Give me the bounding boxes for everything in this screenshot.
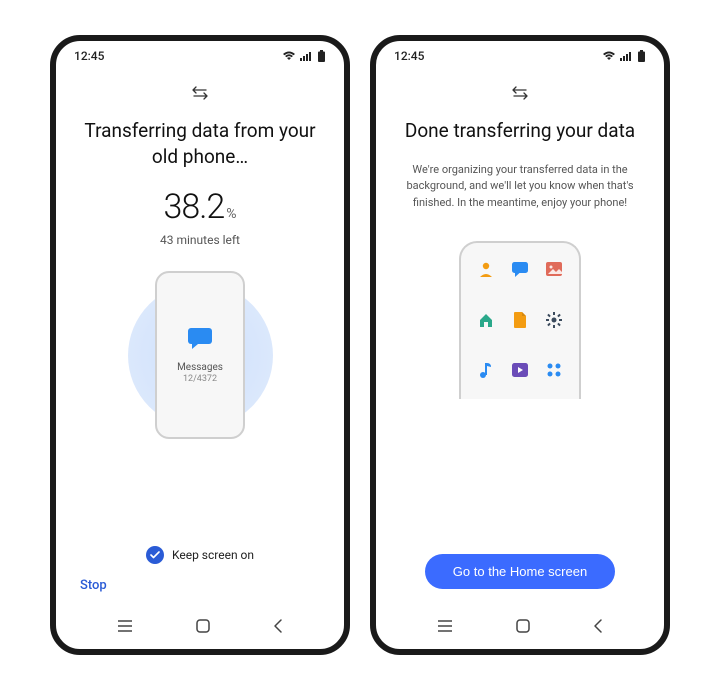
- mini-phone: Messages 12/4372: [155, 271, 245, 439]
- nav-bar: [56, 607, 344, 649]
- transfer-icon: [191, 85, 209, 104]
- nav-recents-icon[interactable]: [436, 619, 454, 633]
- keep-screen-label: Keep screen on: [172, 548, 254, 562]
- home-icon: [476, 310, 496, 330]
- home-screen-button[interactable]: Go to the Home screen: [425, 554, 615, 589]
- status-time: 12:45: [394, 49, 424, 63]
- progress-percent: 38.2 %: [164, 187, 237, 227]
- nav-recents-icon[interactable]: [116, 619, 134, 633]
- app-icon-grid: [476, 243, 564, 399]
- page-title: Transferring data from your old phone…: [78, 118, 322, 169]
- mini-phone: [459, 241, 581, 399]
- document-icon: [510, 310, 530, 330]
- progress-illustration: Messages 12/4372: [120, 265, 280, 445]
- page-subtitle: We're organizing your transferred data i…: [398, 162, 642, 212]
- music-icon: [476, 360, 496, 380]
- done-illustration: [450, 241, 590, 401]
- time-remaining: 43 minutes left: [160, 233, 240, 247]
- wifi-icon: [282, 51, 296, 61]
- check-icon: [146, 546, 164, 564]
- footer-row: Stop: [78, 578, 322, 599]
- content-left: Transferring data from your old phone… 3…: [56, 65, 344, 607]
- status-icons: [282, 50, 326, 62]
- video-icon: [510, 360, 530, 380]
- status-time: 12:45: [74, 49, 104, 63]
- percent-symbol: %: [226, 206, 236, 222]
- gallery-icon: [544, 259, 564, 279]
- wifi-icon: [602, 51, 616, 61]
- status-icons: [602, 50, 646, 62]
- status-bar: 12:45: [376, 41, 664, 65]
- nav-back-icon[interactable]: [272, 618, 284, 634]
- battery-icon: [317, 50, 326, 62]
- nav-back-icon[interactable]: [592, 618, 604, 634]
- percent-value: 38.2: [164, 187, 225, 227]
- signal-icon: [620, 51, 633, 61]
- nav-home-icon[interactable]: [194, 617, 212, 635]
- nav-bar: [376, 607, 664, 649]
- transfer-icon: [511, 85, 529, 104]
- phone-right: 12:45 Done transferring your data We're …: [370, 35, 670, 655]
- keep-screen-checkbox[interactable]: Keep screen on: [146, 546, 254, 564]
- status-bar: 12:45: [56, 41, 344, 65]
- messages-icon: [186, 326, 214, 354]
- stop-button[interactable]: Stop: [78, 578, 322, 593]
- signal-icon: [300, 51, 313, 61]
- battery-icon: [637, 50, 646, 62]
- content-right: Done transferring your data We're organi…: [376, 65, 664, 607]
- settings-icon: [544, 310, 564, 330]
- messages-icon: [510, 259, 530, 279]
- phone-left: 12:45 Transferring data from your old ph…: [50, 35, 350, 655]
- contacts-icon: [476, 259, 496, 279]
- nav-home-icon[interactable]: [514, 617, 532, 635]
- current-item-label: Messages: [177, 362, 223, 373]
- current-item-count: 12/4372: [183, 374, 217, 384]
- apps-icon: [544, 360, 564, 380]
- page-title: Done transferring your data: [405, 118, 635, 144]
